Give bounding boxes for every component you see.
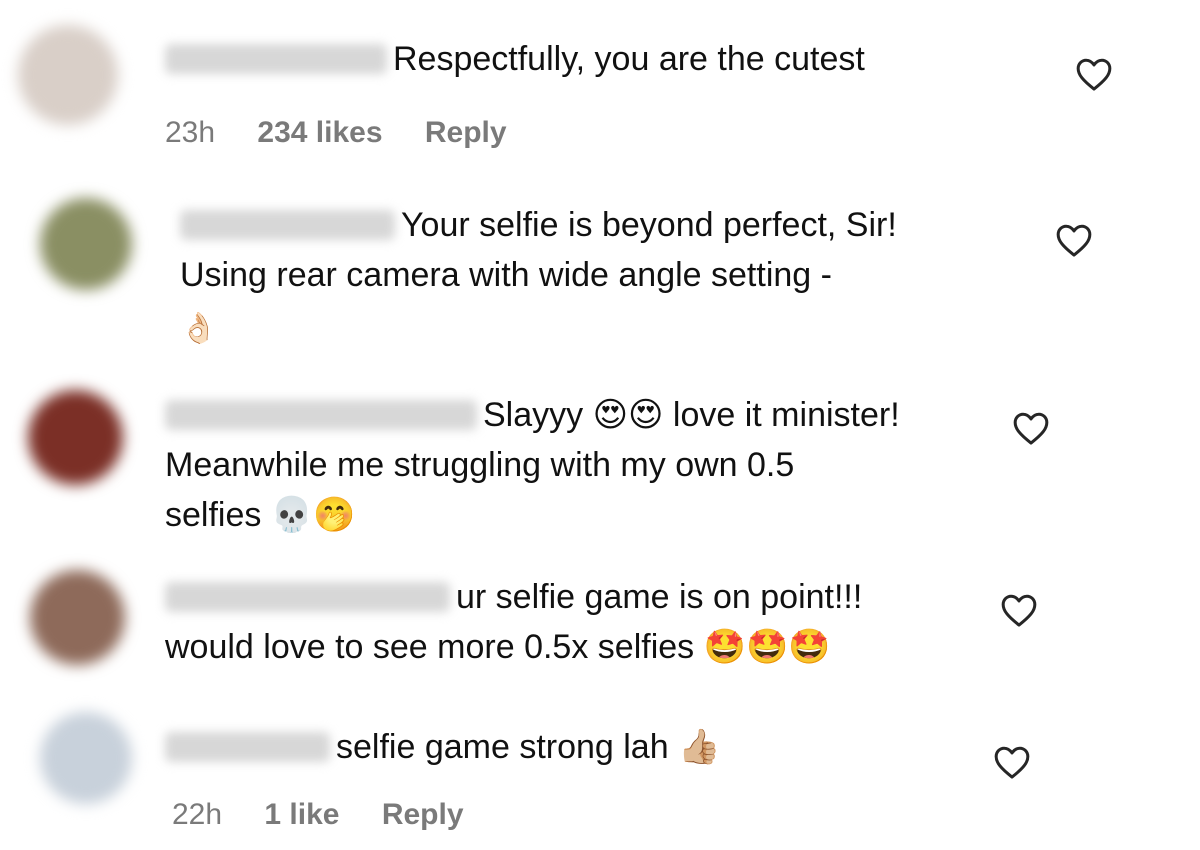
avatar[interactable] — [18, 25, 118, 125]
likes-count[interactable]: 234 likes — [257, 116, 382, 149]
ok-hand-emoji: 👌🏻 — [180, 311, 218, 346]
comment-line-1: Respectfully, you are the cutest — [393, 40, 865, 78]
heart-outline-icon[interactable] — [993, 744, 1031, 780]
heart-outline-icon[interactable] — [1055, 222, 1093, 258]
username[interactable] — [165, 400, 477, 430]
comment-line-3: selfies 💀🤭 — [165, 496, 356, 534]
heart-outline-icon[interactable] — [1000, 592, 1038, 628]
comment-3: Slayyy 😍😍 love it minister! Meanwhile me… — [0, 370, 1200, 545]
comment-4: ur selfie game is on point!!! would love… — [0, 560, 1200, 690]
username[interactable] — [165, 582, 450, 612]
avatar[interactable] — [40, 712, 132, 804]
comment-line-1: Slayyy 😍😍 love it minister! — [483, 396, 900, 434]
avatar[interactable] — [28, 390, 123, 485]
heart-outline-icon[interactable] — [1075, 56, 1113, 92]
avatar[interactable] — [40, 198, 132, 290]
comment-line-1: selfie game strong lah 👍🏼 — [336, 728, 721, 766]
comment-meta: 22h 1 like Reply — [172, 798, 498, 832]
comment-line-1: ur selfie game is on point!!! — [456, 578, 863, 616]
comment-line-1: Your selfie is beyond perfect, Sir! — [401, 206, 897, 244]
comment-line-2: Meanwhile me struggling with my own 0.5 — [165, 446, 795, 484]
comment-line-2: would love to see more 0.5x selfies 🤩🤩🤩 — [165, 628, 831, 666]
timestamp: 23h — [165, 116, 216, 149]
comment-text: ur selfie game is on point!!! would love… — [165, 572, 862, 672]
comment-text: Respectfully, you are the cutest — [165, 34, 865, 84]
username[interactable] — [165, 44, 387, 74]
comment-meta: 23h 234 likes Reply — [165, 116, 541, 150]
avatar[interactable] — [30, 570, 125, 665]
username[interactable] — [180, 210, 395, 240]
comment-text: Your selfie is beyond perfect, Sir! Usin… — [180, 200, 897, 354]
comment-text: Slayyy 😍😍 love it minister! Meanwhile me… — [165, 390, 900, 540]
comment-line-1-wrap: ur selfie game is on point!!! — [165, 572, 862, 622]
comment-line-3: 👌🏻 — [180, 300, 897, 354]
comment-1: Respectfully, you are the cutest 23h 234… — [0, 0, 1200, 170]
comment-2: Your selfie is beyond perfect, Sir! Usin… — [0, 180, 1200, 355]
comment-line-1-wrap: Your selfie is beyond perfect, Sir! — [180, 200, 897, 250]
comment-text: selfie game strong lah 👍🏼 — [165, 722, 720, 772]
username[interactable] — [165, 732, 330, 762]
reply-button[interactable]: Reply — [382, 798, 464, 831]
reply-button[interactable]: Reply — [425, 116, 507, 149]
comment-line-2: Using rear camera with wide angle settin… — [180, 256, 832, 294]
heart-outline-icon[interactable] — [1012, 410, 1050, 446]
comment-line-1-wrap: Slayyy 😍😍 love it minister! — [165, 390, 900, 440]
comment-5: selfie game strong lah 👍🏼 22h 1 like Rep… — [0, 700, 1200, 850]
likes-count[interactable]: 1 like — [264, 798, 339, 831]
timestamp: 22h — [172, 798, 223, 831]
